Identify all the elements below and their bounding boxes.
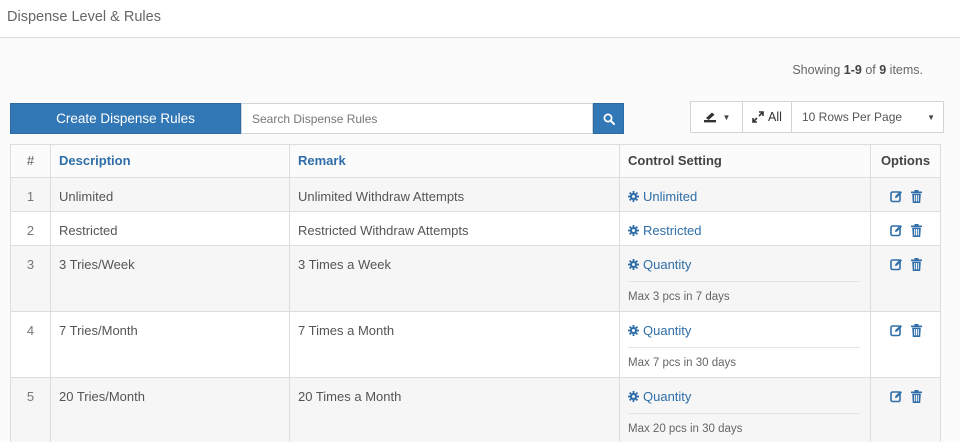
trash-icon[interactable] [910,224,922,237]
chevron-down-icon: ▼ [927,112,935,122]
control-setting-link[interactable]: Quantity [628,257,870,272]
row-remark: 20 Times a Month [289,377,620,442]
control-setting-link[interactable]: Restricted [628,223,870,238]
control-setting-label: Quantity [643,323,692,338]
rows-per-page-select[interactable]: 10 Rows Per Page ▼ [792,102,943,132]
search-icon [603,113,615,125]
pagination-summary: Showing 1-9 of 9 items. [792,63,923,77]
create-dispense-rules-button[interactable]: Create Dispense Rules [10,103,241,134]
row-remark: Restricted Withdraw Attempts [289,211,620,246]
export-icon [703,112,716,123]
row-description: Unlimited [50,177,290,212]
export-dropdown-button[interactable]: ▼ [691,102,743,132]
control-setting-link[interactable]: Quantity [628,323,870,338]
row-options [870,211,941,246]
row-control-setting: Unlimited [619,177,871,212]
gear-icon [628,391,639,402]
column-header-description[interactable]: Description [50,144,290,178]
row-options [870,311,941,378]
gear-icon [628,191,639,202]
control-setting-label: Restricted [643,223,702,238]
row-description: 3 Tries/Week [50,245,290,312]
edit-icon[interactable] [889,324,903,337]
edit-icon[interactable] [889,258,903,271]
grid-toolbar: ▼ All 10 Rows Per Page ▼ [690,101,944,133]
row-number: 5 [10,377,51,442]
gear-icon [628,259,639,270]
table-row: 1 Unlimited Unlimited Withdraw Attempts … [10,177,941,212]
row-number: 4 [10,311,51,378]
row-remark: 7 Times a Month [289,311,620,378]
search-input[interactable] [241,103,593,134]
row-options [870,377,941,442]
table-row: 4 7 Tries/Month 7 Times a Month Quantity… [10,311,941,378]
table-row: 2 Restricted Restricted Withdraw Attempt… [10,211,941,246]
summary-range: 1-9 [843,63,862,77]
trash-icon[interactable] [910,390,922,403]
control-setting-detail: Max 20 pcs in 30 days [628,423,743,435]
control-setting-label: Quantity [643,257,692,272]
row-options [870,245,941,312]
row-control-setting: Restricted [619,211,871,246]
trash-icon[interactable] [910,324,922,337]
expand-icon [752,111,764,123]
page-title: Dispense Level & Rules [7,9,161,25]
table-row: 3 3 Tries/Week 3 Times a Week Quantity M… [10,245,941,312]
row-control-setting: Quantity Max 3 pcs in 7 days [619,245,871,312]
show-all-button[interactable]: All [743,102,792,132]
row-options [870,177,941,212]
column-header-remark[interactable]: Remark [289,144,620,178]
row-number: 2 [10,211,51,246]
control-setting-link[interactable]: Unlimited [628,189,870,204]
row-control-setting: Quantity Max 7 pcs in 30 days [619,311,871,378]
rows-per-page-value: 10 Rows Per Page [802,110,903,124]
table-row: 5 20 Tries/Month 20 Times a Month Quanti… [10,377,941,442]
row-description: 7 Tries/Month [50,311,290,378]
gear-icon [628,225,639,236]
row-remark: Unlimited Withdraw Attempts [289,177,620,212]
control-setting-detail: Max 3 pcs in 7 days [628,291,730,303]
column-header-options: Options [870,144,941,178]
row-control-setting: Quantity Max 20 pcs in 30 days [619,377,871,442]
control-setting-detail: Max 7 pcs in 30 days [628,357,737,369]
edit-icon[interactable] [889,224,903,237]
row-number: 3 [10,245,51,312]
row-description: 20 Tries/Month [50,377,290,442]
trash-icon[interactable] [910,258,922,271]
table-header-row: # Description Remark Control Setting Opt… [10,144,941,178]
column-header-number: # [10,144,51,178]
show-all-label: All [768,110,782,124]
row-remark: 3 Times a Week [289,245,620,312]
column-header-control-setting: Control Setting [619,144,871,178]
edit-icon[interactable] [889,390,903,403]
dispense-rules-table: # Description Remark Control Setting Opt… [10,144,941,442]
search-button[interactable] [593,103,624,134]
edit-icon[interactable] [889,190,903,203]
gear-icon [628,325,639,336]
row-description: Restricted [50,211,290,246]
trash-icon[interactable] [910,190,922,203]
chevron-down-icon: ▼ [722,112,731,122]
control-setting-label: Unlimited [643,189,698,204]
control-setting-link[interactable]: Quantity [628,389,870,404]
control-setting-label: Quantity [643,389,692,404]
row-number: 1 [10,177,51,212]
